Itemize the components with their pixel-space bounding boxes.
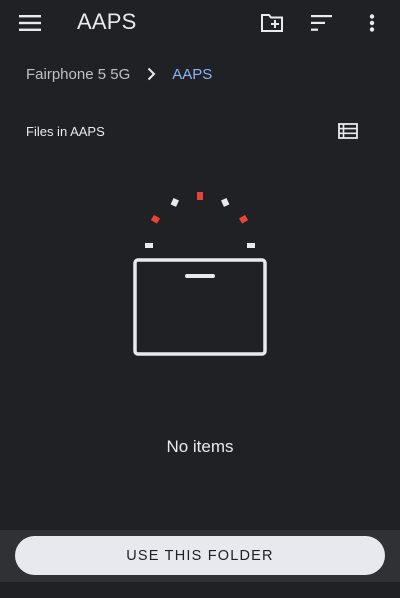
app-bar: AAPS — [0, 0, 400, 46]
section-title: Files in AAPS — [26, 124, 105, 139]
breadcrumb: Fairphone 5 5G AAPS — [26, 64, 212, 84]
use-this-folder-button[interactable]: USE THIS FOLDER — [15, 536, 385, 575]
empty-box-icon — [120, 185, 280, 365]
sort-icon[interactable] — [307, 8, 337, 38]
system-nav-strip — [0, 582, 400, 598]
list-view-icon[interactable] — [334, 119, 362, 143]
create-new-folder-icon[interactable] — [257, 8, 287, 38]
breadcrumb-root[interactable]: Fairphone 5 5G — [26, 66, 130, 83]
chevron-right-icon — [147, 67, 156, 81]
page-title: AAPS — [77, 9, 137, 34]
empty-message: No items — [166, 437, 234, 456]
breadcrumb-current[interactable]: AAPS — [172, 66, 212, 83]
menu-icon[interactable] — [15, 8, 45, 38]
more-vert-icon[interactable] — [357, 8, 387, 38]
